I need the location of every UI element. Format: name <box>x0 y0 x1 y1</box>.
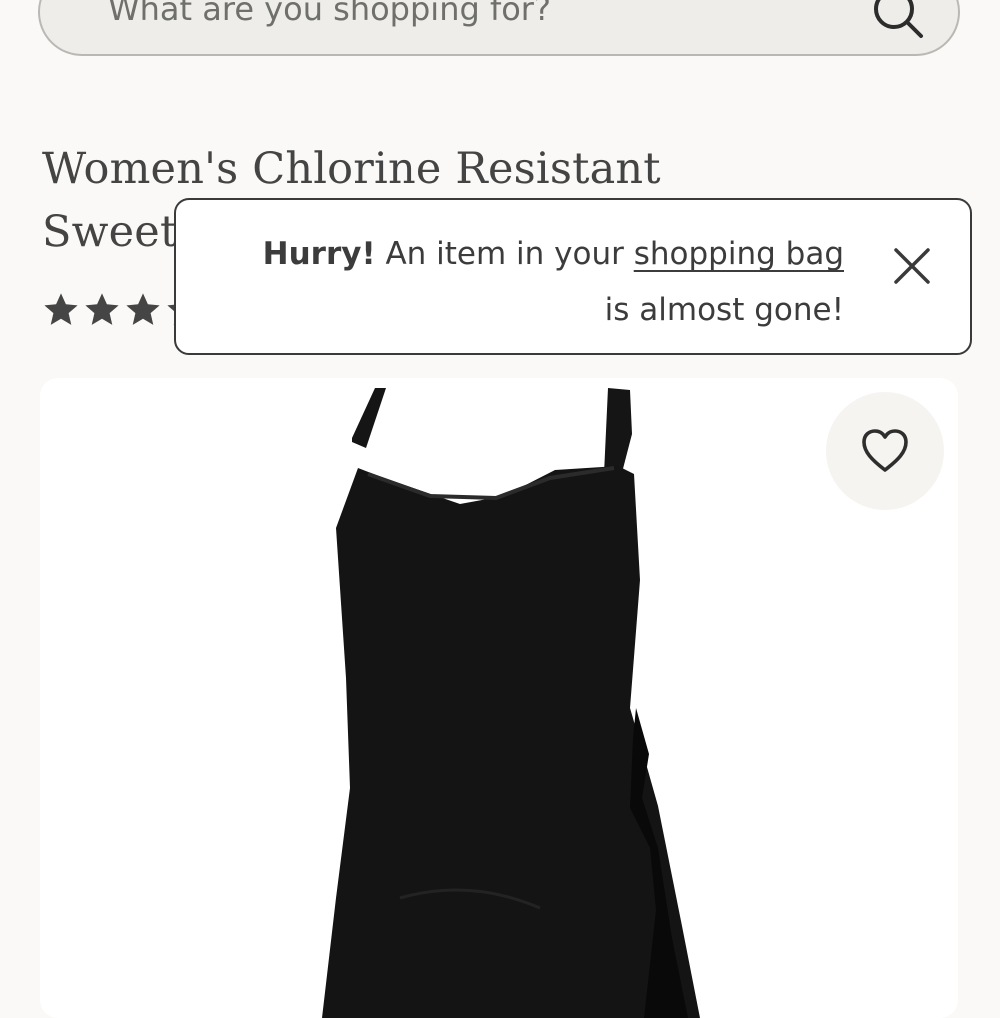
toast-hurry-label: Hurry! <box>262 236 376 272</box>
close-icon[interactable] <box>892 246 932 286</box>
toast-text-after-link: is almost gone! <box>604 292 844 328</box>
search-input[interactable]: What are you shopping for? <box>108 0 551 28</box>
shopping-bag-link[interactable]: shopping bag <box>634 236 844 272</box>
toast-message: Hurry! An item in your shopping bag is a… <box>204 226 844 338</box>
heart-icon[interactable] <box>861 428 909 474</box>
search-icon[interactable] <box>870 0 926 44</box>
product-image[interactable] <box>40 378 958 1018</box>
search-bar[interactable]: What are you shopping for? <box>38 0 960 56</box>
star-icon <box>85 293 119 325</box>
star-icon <box>126 293 160 325</box>
low-stock-toast: Hurry! An item in your shopping bag is a… <box>174 198 972 355</box>
swim-dress-image <box>322 388 700 1018</box>
toast-text-before-link: An item in your <box>385 236 624 272</box>
star-icon <box>44 293 78 325</box>
wishlist-button[interactable] <box>826 392 944 510</box>
